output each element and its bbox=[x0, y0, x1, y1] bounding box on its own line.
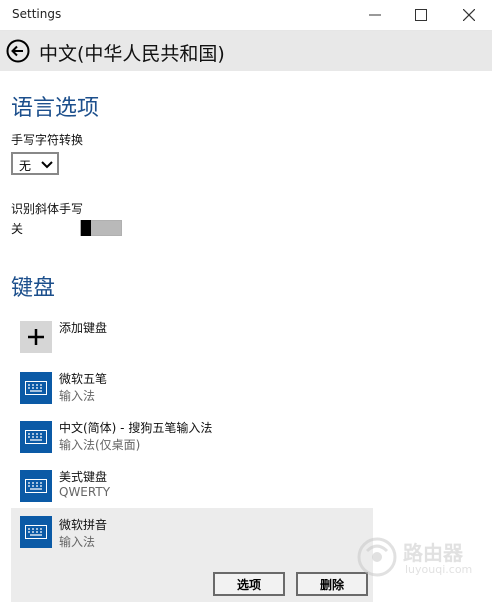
keyboard-type: 输入法 bbox=[59, 535, 96, 549]
keyboard-name: 微软五笔 bbox=[59, 372, 108, 386]
maximize-button[interactable] bbox=[398, 0, 444, 30]
keyboard-name: 中文(简体) - 搜狗五笔输入法 bbox=[59, 421, 213, 435]
maximize-icon bbox=[415, 9, 427, 21]
title-bar: Settings bbox=[0, 0, 492, 31]
watermark-text: 路由器 bbox=[403, 541, 463, 565]
plus-icon bbox=[20, 321, 52, 353]
keyboard-icon bbox=[20, 470, 52, 502]
keyboard-item[interactable]: 中文(简体) - 搜狗五笔输入法 输入法(仅桌面) bbox=[11, 415, 373, 461]
close-button[interactable] bbox=[446, 0, 492, 30]
keyboard-type: QWERTY bbox=[59, 485, 111, 499]
keyboard-item[interactable]: 美式键盘 QWERTY bbox=[11, 464, 373, 510]
keyboard-icon bbox=[20, 516, 52, 548]
italic-toggle-state: 关 bbox=[11, 222, 24, 236]
page-header: 中文(中华人民共和国) bbox=[0, 31, 492, 71]
close-icon bbox=[463, 9, 475, 21]
minimize-button[interactable] bbox=[352, 0, 398, 30]
handwriting-conversion-dropdown[interactable]: 无 bbox=[11, 152, 59, 175]
keyboard-type: 输入法(仅桌面) bbox=[59, 438, 141, 452]
handwriting-conversion-label: 手写字符转换 bbox=[11, 133, 84, 147]
keyboard-icon bbox=[20, 372, 52, 404]
keyboard-icon bbox=[20, 421, 52, 453]
minimize-icon bbox=[369, 14, 381, 16]
toggle-knob bbox=[81, 220, 91, 236]
back-button[interactable] bbox=[6, 39, 30, 63]
chevron-down-icon bbox=[41, 161, 53, 169]
watermark: 路由器 luyouqi.com bbox=[355, 533, 485, 583]
options-button[interactable]: 选项 bbox=[213, 572, 285, 596]
page-title: 中文(中华人民共和国) bbox=[39, 43, 225, 65]
italic-handwriting-label: 识别斜体手写 bbox=[11, 202, 84, 216]
router-logo-icon bbox=[357, 537, 397, 577]
add-keyboard-button[interactable]: 添加键盘 bbox=[11, 315, 373, 361]
keyboard-item[interactable]: 微软五笔 输入法 bbox=[11, 366, 373, 412]
add-keyboard-label: 添加键盘 bbox=[59, 321, 108, 335]
italic-handwriting-toggle[interactable] bbox=[80, 220, 122, 236]
keyboard-name: 美式键盘 bbox=[59, 470, 108, 484]
watermark-url: luyouqi.com bbox=[405, 563, 473, 576]
keyboard-type: 输入法 bbox=[59, 389, 96, 403]
keyboard-name: 微软拼音 bbox=[59, 518, 108, 532]
language-options-heading: 语言选项 bbox=[11, 96, 100, 121]
back-arrow-icon bbox=[6, 39, 30, 63]
window-title: Settings bbox=[12, 7, 62, 21]
dropdown-value: 无 bbox=[19, 159, 32, 173]
keyboard-heading: 键盘 bbox=[11, 276, 56, 301]
